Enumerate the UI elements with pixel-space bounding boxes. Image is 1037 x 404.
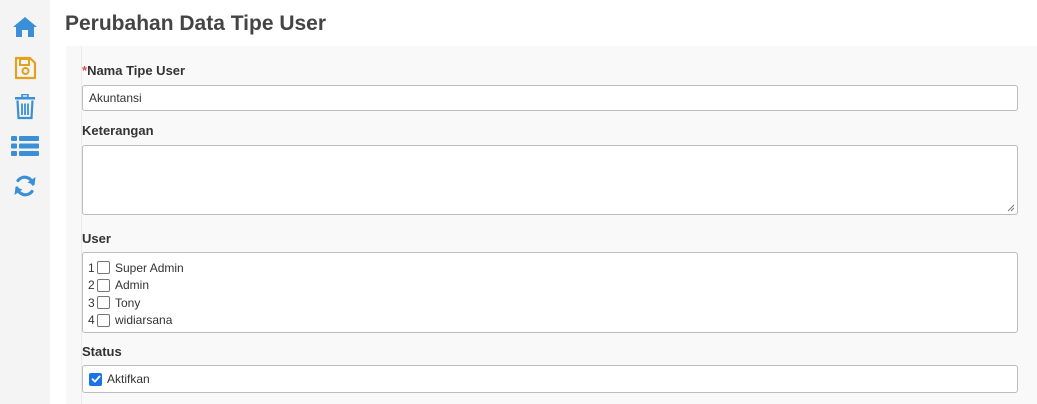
user-list: 1 Super Admin 2 Admin 3 Tony 4 widiarsan… bbox=[82, 252, 1018, 333]
user-number: 2 bbox=[88, 278, 95, 293]
page-title: Perubahan Data Tipe User bbox=[65, 12, 327, 35]
home-icon bbox=[12, 15, 38, 39]
user-name: Super Admin bbox=[115, 260, 184, 275]
user-checkbox[interactable] bbox=[97, 278, 110, 292]
save-button[interactable] bbox=[10, 53, 40, 83]
aktifkan-label: Aktifkan bbox=[107, 372, 150, 386]
sidebar bbox=[0, 0, 50, 404]
refresh-button[interactable] bbox=[10, 171, 40, 201]
keterangan-label: Keterangan bbox=[82, 123, 154, 138]
save-icon bbox=[13, 56, 37, 80]
list-item: 2 Admin bbox=[88, 277, 1012, 295]
keterangan-field[interactable] bbox=[82, 145, 1018, 215]
form-card: *Nama Tipe User Keterangan User 1 Super … bbox=[81, 46, 1037, 404]
user-name: Admin bbox=[115, 278, 150, 293]
list-icon bbox=[11, 135, 39, 157]
status-field: Aktifkan bbox=[82, 365, 1018, 393]
user-number: 3 bbox=[88, 295, 95, 310]
user-number: 4 bbox=[88, 313, 95, 328]
home-button[interactable] bbox=[10, 12, 40, 42]
list-item: 1 Super Admin bbox=[88, 259, 1012, 277]
user-name: Tony bbox=[115, 295, 141, 310]
resize-grip-icon[interactable] bbox=[1007, 204, 1015, 212]
check-icon bbox=[91, 375, 100, 383]
refresh-icon bbox=[13, 174, 37, 198]
nama-tipe-user-input[interactable] bbox=[82, 85, 1018, 111]
list-button[interactable] bbox=[10, 131, 40, 161]
delete-button[interactable] bbox=[10, 92, 40, 122]
nama-tipe-user-label: *Nama Tipe User bbox=[82, 63, 185, 78]
list-item: 4 widiarsana bbox=[88, 312, 1012, 330]
user-checkbox[interactable] bbox=[97, 296, 110, 310]
user-label: User bbox=[82, 231, 111, 246]
trash-icon bbox=[14, 94, 36, 120]
nama-tipe-user-label-text: Nama Tipe User bbox=[87, 63, 186, 78]
form-panel: *Nama Tipe User Keterangan User 1 Super … bbox=[66, 46, 1037, 404]
user-checkbox[interactable] bbox=[97, 261, 110, 275]
list-item: 3 Tony bbox=[88, 294, 1012, 312]
user-number: 1 bbox=[88, 260, 95, 275]
user-checkbox[interactable] bbox=[97, 313, 110, 327]
status-label: Status bbox=[82, 344, 122, 359]
aktifkan-checkbox[interactable] bbox=[89, 372, 102, 386]
user-name: widiarsana bbox=[115, 313, 173, 328]
